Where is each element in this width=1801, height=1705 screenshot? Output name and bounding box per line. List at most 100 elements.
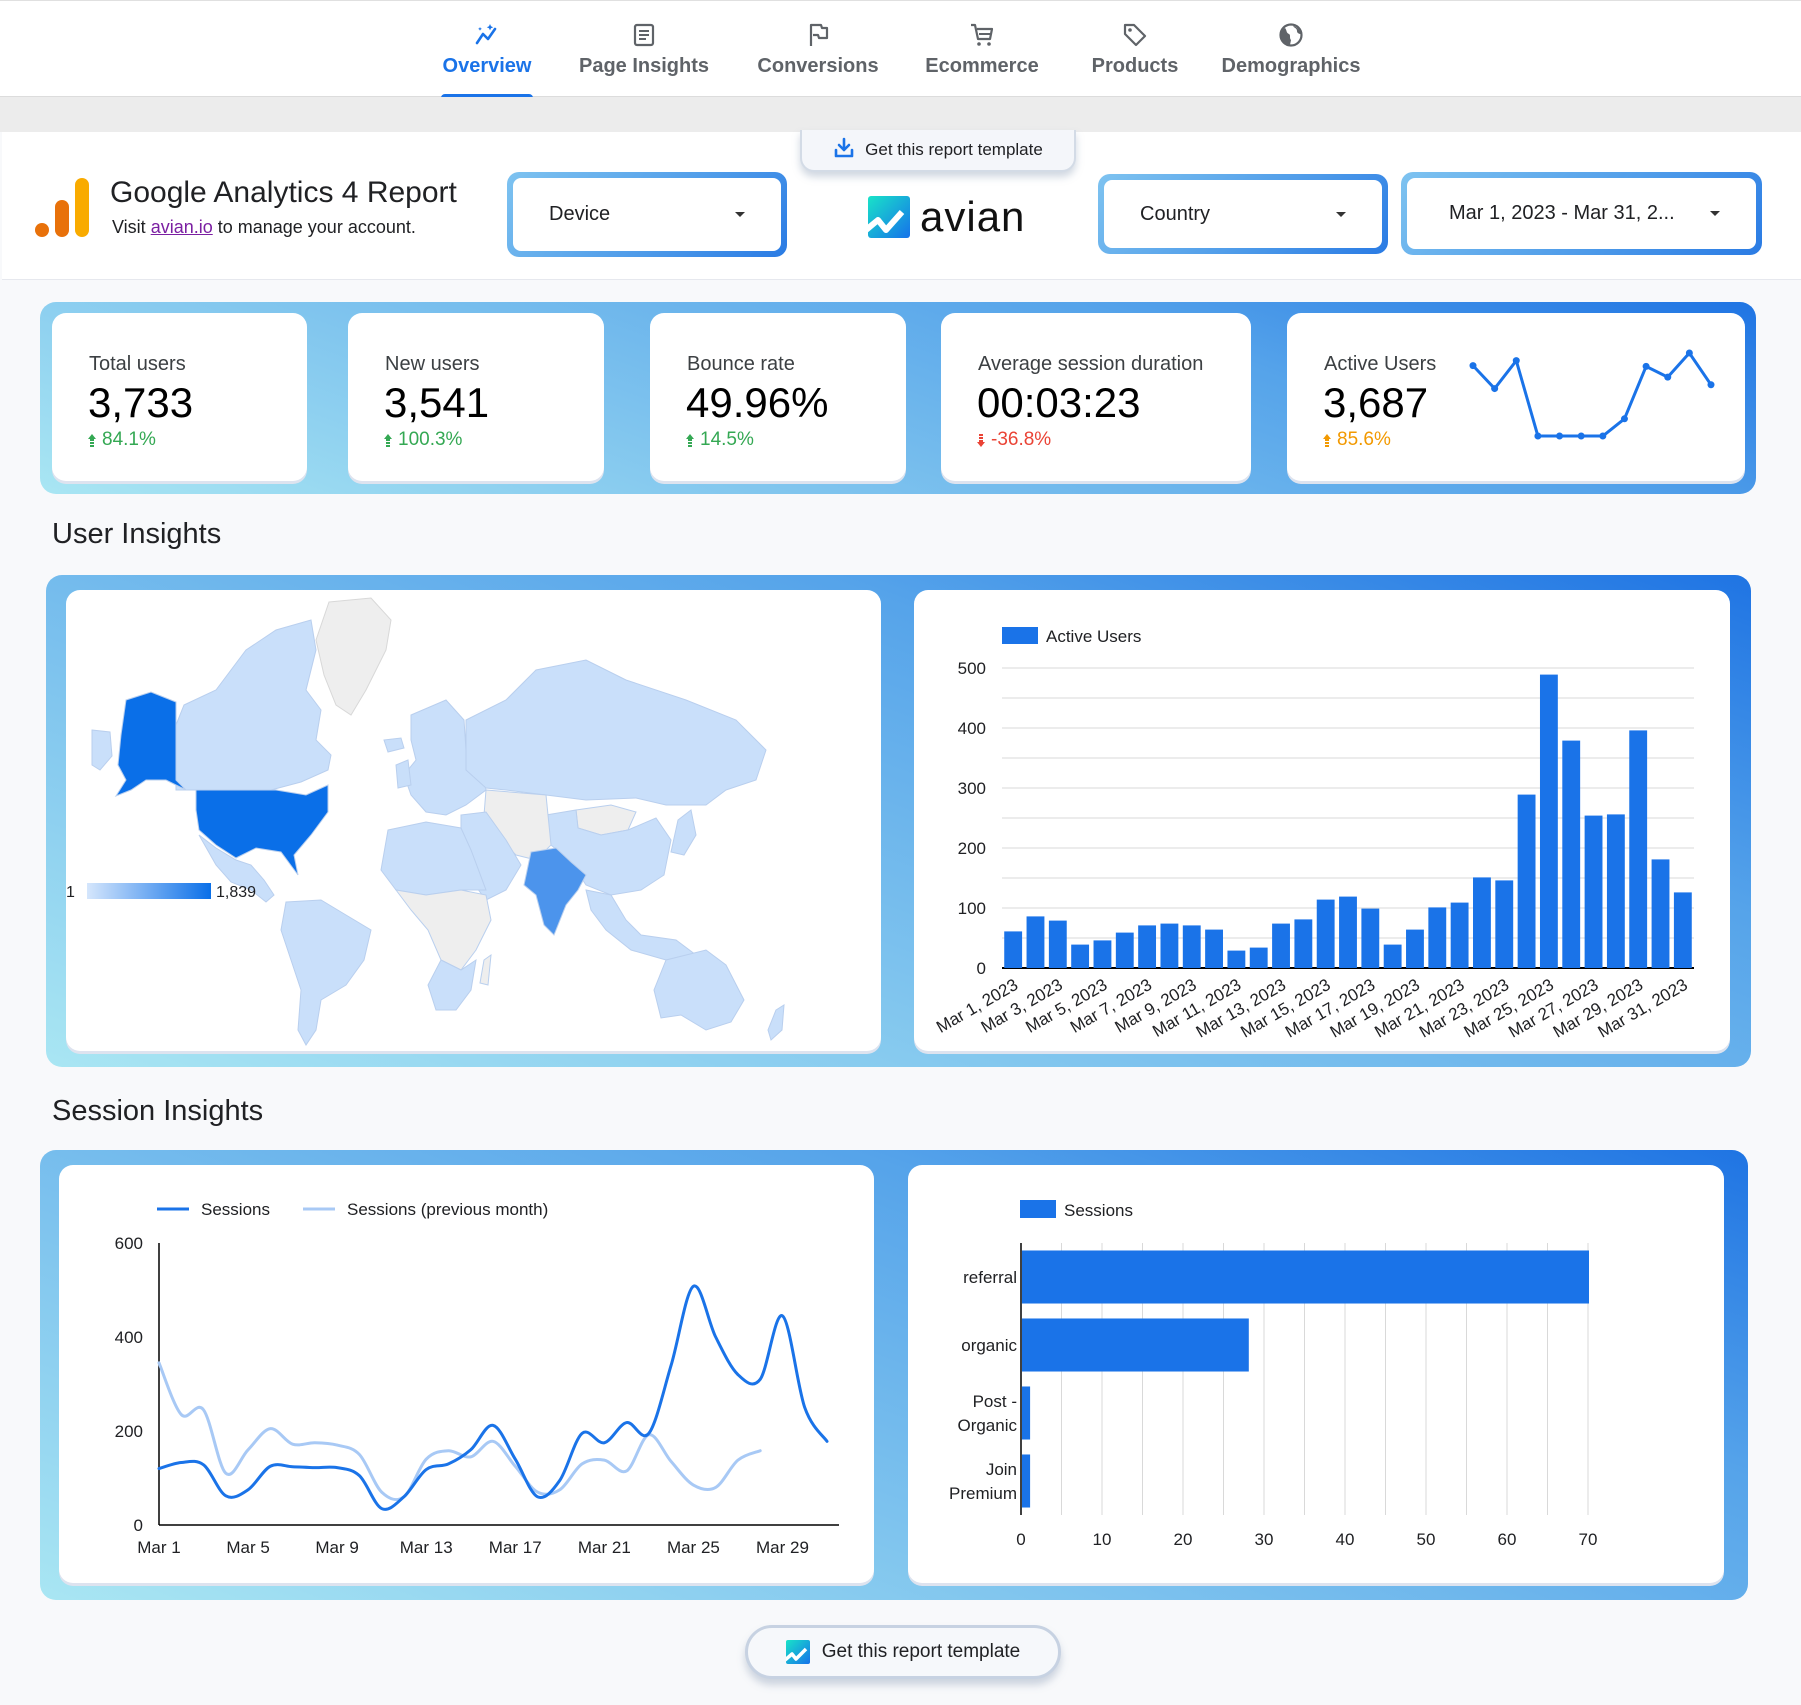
x-tick-label: 0 xyxy=(1016,1530,1025,1549)
get-template-label: Get this report template xyxy=(821,1641,1021,1662)
map-region-new-zealand[interactable] xyxy=(767,1004,785,1041)
tab-page-insights[interactable]: Page Insights xyxy=(576,1,712,98)
bar[interactable] xyxy=(1138,925,1157,968)
bar[interactable] xyxy=(1473,877,1491,968)
map-region-iceland[interactable] xyxy=(383,737,405,753)
legend-label: Sessions xyxy=(1064,1201,1133,1220)
bar[interactable] xyxy=(1450,902,1469,968)
subtitle-suffix: to manage your account. xyxy=(212,217,416,237)
bar[interactable] xyxy=(1562,740,1581,968)
country-filter-frame: Country xyxy=(1098,174,1388,254)
kpi-delta-value: 14.5% xyxy=(700,429,754,450)
tab-products[interactable]: Products xyxy=(1085,1,1185,98)
bar[interactable] xyxy=(1383,944,1402,968)
avian-logo: avian xyxy=(868,196,1025,238)
arrow-up-icon xyxy=(1323,433,1331,447)
series-line-previous-month[interactable] xyxy=(157,1361,762,1502)
map-region-central-africa[interactable] xyxy=(394,889,492,971)
bar[interactable] xyxy=(1629,730,1648,968)
kpi-delta: 84.1% xyxy=(88,429,156,451)
bar[interactable] xyxy=(1606,814,1625,968)
kpi-card-active-users: Active Users 3,687 85.6% xyxy=(1287,313,1745,481)
kpi-card-new-users: New users 3,541 100.3% xyxy=(348,313,604,481)
bar[interactable] xyxy=(1651,859,1670,968)
bar[interactable] xyxy=(1428,907,1447,968)
kpi-delta: -36.8% xyxy=(977,429,1051,451)
map-region-japan[interactable] xyxy=(670,809,697,856)
x-tick-label: 30 xyxy=(1255,1530,1274,1549)
x-tick-label: Mar 9 xyxy=(315,1538,358,1557)
sparkline-point xyxy=(1620,415,1628,423)
x-tick-label: 20 xyxy=(1174,1530,1193,1549)
get-template-button-top[interactable]: Get this report template xyxy=(800,130,1076,172)
bar[interactable] xyxy=(1022,1386,1031,1440)
bar[interactable] xyxy=(1272,923,1290,968)
map-region-uk[interactable] xyxy=(395,759,412,789)
tab-conversions[interactable]: Conversions xyxy=(757,1,879,98)
bar[interactable] xyxy=(1048,920,1067,968)
x-tick-label: 50 xyxy=(1417,1530,1436,1549)
map-region-australia[interactable] xyxy=(653,949,745,1031)
get-template-label: Get this report template xyxy=(865,140,1043,159)
bar[interactable] xyxy=(1182,925,1201,968)
y-tick-label: 300 xyxy=(958,779,986,798)
kpi-label: Active Users xyxy=(1324,353,1437,375)
get-template-button-bottom[interactable]: Get this report template xyxy=(745,1625,1061,1679)
bar[interactable] xyxy=(1517,794,1536,968)
download-icon xyxy=(833,137,855,164)
bar[interactable] xyxy=(1316,899,1335,968)
tab-label: Conversions xyxy=(757,55,879,77)
y-tick-label: 200 xyxy=(115,1422,143,1441)
avian-link[interactable]: avian.io xyxy=(151,217,213,237)
map-region-madagascar[interactable] xyxy=(479,953,492,986)
map-region-russia[interactable] xyxy=(465,659,767,806)
bar[interactable] xyxy=(1022,1454,1031,1508)
bar[interactable] xyxy=(1115,932,1134,968)
tab-label: Products xyxy=(1091,55,1179,77)
bar[interactable] xyxy=(1022,1318,1249,1372)
bar[interactable] xyxy=(1071,944,1090,968)
bar[interactable] xyxy=(1361,908,1380,968)
bar[interactable] xyxy=(1495,880,1514,968)
bar[interactable] xyxy=(1160,923,1179,968)
sparkline-point xyxy=(1469,362,1477,370)
date-range-dropdown[interactable]: Mar 1, 2023 - Mar 31, 2... xyxy=(1407,178,1756,249)
report-subtitle: Visit avian.io to manage your account. xyxy=(112,217,416,238)
spacer-band xyxy=(0,97,1801,132)
x-tick-label: Mar 21 xyxy=(578,1538,631,1557)
bar[interactable] xyxy=(1673,892,1692,968)
map-region-southeast-asia[interactable] xyxy=(585,889,698,961)
map-region-alaska[interactable] xyxy=(114,691,187,798)
bar[interactable] xyxy=(1227,950,1246,968)
map-region-southern-africa[interactable] xyxy=(427,958,477,1011)
bar[interactable] xyxy=(1249,947,1268,968)
bar[interactable] xyxy=(1539,674,1558,968)
y-tick-label: 100 xyxy=(958,899,986,918)
bar[interactable] xyxy=(1294,919,1313,968)
y-category-label: referral xyxy=(963,1268,1017,1287)
bar[interactable] xyxy=(1093,940,1112,968)
map-region-canada[interactable] xyxy=(175,619,332,791)
bar[interactable] xyxy=(1026,916,1045,968)
device-filter-dropdown[interactable]: Device xyxy=(513,178,781,251)
tab-overview[interactable]: Overview xyxy=(441,1,533,98)
x-tick-label: Mar 17 xyxy=(489,1538,542,1557)
bar[interactable] xyxy=(1339,896,1357,968)
map-region-chukotka[interactable] xyxy=(91,729,113,771)
world-map[interactable]: 1 1,839 xyxy=(66,590,881,1051)
bar[interactable] xyxy=(1022,1250,1589,1304)
sparkle-trend-icon xyxy=(473,21,501,49)
map-region-greenland[interactable] xyxy=(315,597,392,716)
tab-demographics[interactable]: Demographics xyxy=(1220,1,1362,98)
bar[interactable] xyxy=(1004,931,1023,968)
country-filter-dropdown[interactable]: Country xyxy=(1104,180,1382,248)
bar[interactable] xyxy=(1584,815,1603,968)
tab-ecommerce[interactable]: Ecommerce xyxy=(924,1,1040,98)
date-range-frame: Mar 1, 2023 - Mar 31, 2... xyxy=(1401,172,1762,255)
x-tick-label: 60 xyxy=(1498,1530,1517,1549)
y-tick-label: 200 xyxy=(958,839,986,858)
tab-label: Page Insights xyxy=(578,55,710,77)
bar[interactable] xyxy=(1205,929,1223,968)
bar[interactable] xyxy=(1406,929,1424,968)
map-region-south-america[interactable] xyxy=(280,899,372,1046)
